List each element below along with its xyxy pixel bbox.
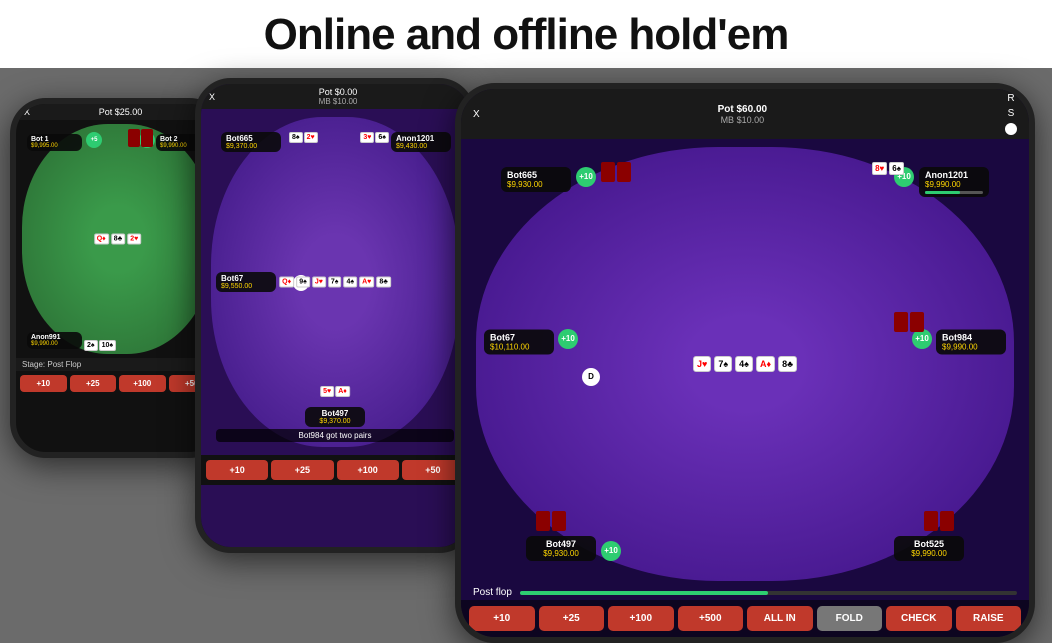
phone-1-pot: Pot $25.00 (99, 107, 143, 117)
phone-3-mb: MB $10.00 (718, 115, 767, 125)
phone-3-stage-area: Post flop (461, 585, 1029, 600)
phone-3-screen: X Pot $60.00 MB $10.00 R S Bot665 $9,930… (461, 89, 1029, 637)
btn-p3-raise[interactable]: RAISE (956, 606, 1022, 631)
dealer-dot (1005, 123, 1017, 135)
bot497-p2-cards: 5♥ A♦ (320, 386, 350, 397)
btn-p3-25[interactable]: +25 (539, 606, 605, 631)
player-anon991-chips: $9,990.00 (31, 341, 78, 347)
bot984-p3-cards (894, 312, 924, 332)
anon1201-progress (925, 191, 983, 194)
phone-3-x[interactable]: X (473, 109, 480, 120)
btn-p1-25[interactable]: +25 (70, 375, 117, 392)
btn-p2-10[interactable]: +10 (206, 460, 268, 480)
bot984-p3-badge: +10 (912, 329, 932, 349)
btn-p2-25[interactable]: +25 (271, 460, 333, 480)
player-bot1-name: Bot 1 (31, 136, 78, 143)
player-anon991-name: Anon991 (31, 334, 78, 341)
bot665-p3-badge: +10 (576, 167, 596, 187)
btn-p3-check[interactable]: CHECK (886, 606, 952, 631)
player-bot1-chips: $9,995.00 (31, 143, 78, 149)
phone-3-pot: Pot $60.00 (718, 104, 767, 115)
player-bot67-p2: Bot67 $9,550.00 (216, 272, 276, 292)
header: Online and offline hold'em (0, 0, 1052, 68)
btn-p3-fold[interactable]: FOLD (817, 606, 883, 631)
phone-2-actions: +10 +25 +100 +50 (201, 455, 469, 485)
phone-1-x[interactable]: X (24, 107, 30, 117)
dealer-chip-bot67: D (582, 368, 600, 386)
player-bot1: Bot 1 $9,995.00 (27, 134, 82, 151)
btn-p3-allin[interactable]: ALL IN (747, 606, 813, 631)
page-title: Online and offline hold'em (0, 10, 1052, 60)
player-bot665-p3: Bot665 $9,930.00 (501, 167, 571, 192)
bot525-p3-cards (924, 511, 954, 531)
bot665-p3-cards (601, 162, 631, 182)
bot665-p2-cards: 8♠ 2♥ (289, 132, 318, 143)
phone-3-stage: Post flop (473, 587, 512, 598)
bot1-badge: +5 (86, 132, 102, 148)
phone-3-s: S (1008, 108, 1015, 119)
phone-2-mb: MB $10.00 (319, 97, 358, 106)
player-bot665-p2: Bot665 $9,370.00 (221, 132, 281, 152)
btn-p3-100[interactable]: +100 (608, 606, 674, 631)
phone-1-screen: X Pot $25.00 Bot 1 $9,995.00 +5 Bot 2 $9… (16, 104, 219, 452)
phone-3-rsbox: R S (1005, 93, 1017, 135)
player-bot525-p3: Bot525 $9,990.00 (894, 536, 964, 561)
phone-3-topbar: X Pot $60.00 MB $10.00 R S (461, 89, 1029, 139)
community-cards-p1: Q♦ 8♣ 2♥ (94, 234, 142, 245)
btn-p3-10[interactable]: +10 (469, 606, 535, 631)
stage-progress (520, 591, 1017, 595)
status-msg-p2: Bot984 got two pairs (216, 429, 454, 442)
phone-3-actions: +10 +25 +100 +500 ALL IN FOLD CHECK RAIS… (461, 600, 1029, 637)
player-bot497-p3: Bot497 $9,930.00 (526, 536, 596, 561)
bot67-p3-badge: +10 (558, 329, 578, 349)
phone-2-x[interactable]: X (209, 92, 215, 102)
phone-1-table: Bot 1 $9,995.00 +5 Bot 2 $9,990.00 +10 Q… (22, 124, 213, 354)
phone-3-table: Bot665 $9,930.00 +10 Anon1201 $9,990.00 … (476, 147, 1014, 581)
btn-p1-100[interactable]: +100 (119, 375, 166, 392)
phone-3: X Pot $60.00 MB $10.00 R S Bot665 $9,930… (455, 83, 1035, 643)
btn-p1-10[interactable]: +10 (20, 375, 67, 392)
btn-p3-500[interactable]: +500 (678, 606, 744, 631)
player-anon1201-p3: Anon1201 $9,990.00 (919, 167, 989, 197)
anon1201-p2-cards: 3♥ 6♠ (360, 132, 389, 143)
phone-2-screen: X Pot $0.00 MB $10.00 Bot665 $9,370.00 8… (201, 84, 469, 547)
player-bot497-p2: Bot497 $9,370.00 (305, 407, 365, 427)
community-cards-p2: Q♦ 9♠ J♥ 7♠ 4♠ A♥ 8♣ (279, 277, 391, 288)
bot497-p3-badge: +10 (601, 541, 621, 561)
phone-1-stage: Stage: Post Flop (16, 358, 219, 371)
bot2-cards (128, 129, 153, 147)
phone-3-pot-area: Pot $60.00 MB $10.00 (718, 104, 767, 125)
phone-2-topbar: X Pot $0.00 MB $10.00 (201, 84, 469, 109)
phone-2-pot: Pot $0.00 (319, 87, 358, 97)
phone-2-table: Bot665 $9,370.00 8♠ 2♥ Anon1201 $9,430.0… (211, 117, 459, 447)
phone-1: X Pot $25.00 Bot 1 $9,995.00 +5 Bot 2 $9… (10, 98, 225, 458)
btn-p2-100[interactable]: +100 (337, 460, 399, 480)
anon1201-p3-cards: 8♥ 6♠ (872, 162, 904, 175)
bot497-p3-cards (536, 511, 566, 531)
phone-1-topbar: X Pot $25.00 (16, 104, 219, 120)
community-cards-p3: J♥ 7♠ 4♠ A♦ 8♣ (693, 356, 797, 372)
player-anon991: Anon991 $9,990.00 (27, 332, 82, 349)
phones-area: X Pot $25.00 Bot 1 $9,995.00 +5 Bot 2 $9… (0, 68, 1052, 578)
phone-3-r: R (1007, 93, 1014, 104)
phone-1-actions: +10 +25 +100 +50 (16, 371, 219, 396)
phone-2: X Pot $0.00 MB $10.00 Bot665 $9,370.00 8… (195, 78, 475, 553)
phone-2-pot-area: Pot $0.00 MB $10.00 (319, 87, 358, 106)
player-bot984-p3: Bot984 $9,990.00 (936, 330, 1006, 355)
player-hand-p1: 2♠ 10♠ (84, 340, 116, 351)
player-bot67-p3: Bot67 $10,110.00 (484, 330, 554, 355)
player-anon1201-p2: Anon1201 $9,430.00 (391, 132, 451, 152)
